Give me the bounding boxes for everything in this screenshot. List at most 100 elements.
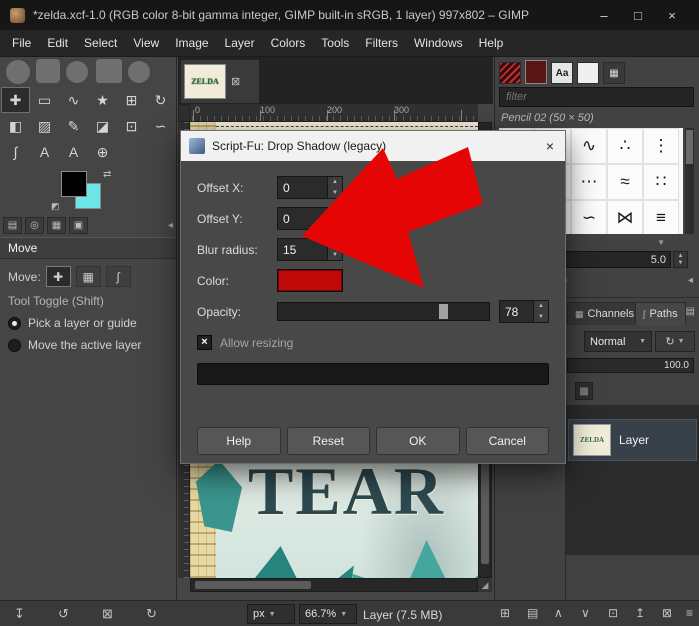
ok-button[interactable]: OK — [376, 427, 460, 455]
tool-paths[interactable]: ∫ — [1, 139, 30, 165]
duplicate-layer-icon[interactable]: ⊡ — [608, 606, 618, 620]
scrollbar-thumb[interactable] — [686, 130, 693, 164]
tool-smudge[interactable]: ∽ — [146, 113, 175, 139]
dialog-titlebar[interactable]: Script-Fu: Drop Shadow (legacy) × — [181, 131, 565, 161]
layer-mode-dropdown[interactable]: Normal ▼ — [584, 331, 652, 352]
brush-item[interactable]: ≈ — [607, 164, 643, 200]
delete-preset-icon[interactable]: ⊠ — [102, 606, 113, 622]
document-history-tab-icon[interactable] — [577, 62, 599, 84]
move-mode-layer-button[interactable]: ✚ — [45, 266, 71, 287]
layer-menu-icon[interactable]: ≡ — [686, 606, 693, 620]
fonts-tab-icon[interactable]: Aa — [551, 62, 573, 84]
swap-colors-icon[interactable]: ⇄ — [103, 169, 111, 180]
image-tab-zelda[interactable]: ZELDA ⊠ — [181, 60, 259, 103]
tool-move[interactable]: ✚ — [1, 87, 30, 113]
brush-item[interactable]: ≡ — [643, 200, 679, 234]
opacity-spinner[interactable]: 78 ▲ ▼ — [499, 300, 549, 323]
brush-item[interactable]: ⋯ — [571, 164, 607, 200]
lock-icon[interactable]: ▩ — [575, 382, 593, 400]
tool-text-edit[interactable]: A — [59, 139, 88, 165]
brush-filter-input[interactable] — [499, 87, 694, 107]
minimize-button[interactable]: – — [587, 8, 621, 23]
reset-button[interactable]: Reset — [286, 427, 370, 455]
reset-tool-icon[interactable]: ↻ — [146, 606, 157, 622]
spin-up-icon[interactable]: ▲ — [674, 252, 687, 260]
brush-grid-scrollbar[interactable] — [685, 128, 694, 234]
dialog-close-icon[interactable]: × — [543, 138, 557, 154]
brushes-tab-icon[interactable] — [499, 62, 521, 84]
new-group-icon[interactable]: ▤ — [527, 606, 538, 620]
tag-dropdown-icon[interactable]: ▼ — [657, 238, 665, 247]
tool-free-select[interactable]: ∿ — [59, 87, 88, 113]
close-button[interactable]: × — [655, 8, 689, 23]
tool-zoom[interactable]: ⊕ — [88, 139, 117, 165]
delete-layer-icon[interactable]: ⊠ — [662, 606, 672, 620]
menu-tools[interactable]: Tools — [313, 32, 357, 54]
tool-crop[interactable]: ⊞ — [117, 87, 146, 113]
reset-colors-icon[interactable]: ◩ — [51, 201, 60, 212]
spin-up-icon[interactable]: ▲ — [328, 177, 342, 188]
opacity-slider-handle[interactable] — [438, 304, 448, 319]
new-layer-icon[interactable]: ⊞ — [500, 606, 510, 620]
horizontal-ruler[interactable]: 0 100 200 300 — [190, 104, 478, 122]
collapse-left-icon[interactable]: ◂ — [168, 220, 173, 231]
dock-tab-icon[interactable]: ▤ — [3, 217, 22, 234]
spin-up-icon[interactable]: ▲ — [534, 301, 548, 312]
tab-channels[interactable]: ▦ Channels — [567, 302, 642, 325]
cancel-button[interactable]: Cancel — [465, 427, 549, 455]
spin-down-icon[interactable]: ▼ — [328, 249, 342, 260]
brush-item[interactable]: ⋮ — [643, 128, 679, 164]
menu-edit[interactable]: Edit — [39, 32, 76, 54]
tool-clone[interactable]: ⊡ — [117, 113, 146, 139]
spin-up-icon[interactable]: ▲ — [328, 239, 342, 250]
menu-filters[interactable]: Filters — [357, 32, 406, 54]
spin-down-icon[interactable]: ▼ — [674, 260, 687, 268]
brush-item[interactable]: ∽ — [571, 200, 607, 234]
spin-up-icon[interactable]: ▲ — [328, 208, 342, 219]
radio-pick-layer[interactable]: Pick a layer or guide — [0, 312, 176, 334]
horizontal-scrollbar[interactable] — [190, 578, 478, 592]
patterns-tab-icon[interactable] — [525, 60, 547, 84]
layer-opacity-slider[interactable]: 100.0 — [567, 358, 694, 373]
collapse-left-icon[interactable]: ◂ — [688, 275, 693, 286]
lower-layer-icon[interactable]: ∨ — [581, 606, 590, 620]
raise-layer-icon[interactable]: ∧ — [554, 606, 563, 620]
spin-down-icon[interactable]: ▼ — [328, 187, 342, 198]
menu-help[interactable]: Help — [471, 32, 512, 54]
menu-select[interactable]: Select — [76, 32, 125, 54]
save-preset-icon[interactable]: ↧ — [14, 606, 25, 622]
radio-move-active-layer[interactable]: Move the active layer — [0, 334, 176, 356]
scrollbar-thumb[interactable] — [195, 581, 311, 589]
unit-dropdown[interactable]: px ▼ — [247, 604, 295, 624]
foreground-color-swatch[interactable] — [61, 171, 87, 197]
move-mode-selection-button[interactable]: ▦ — [75, 266, 101, 287]
menu-image[interactable]: Image — [167, 32, 216, 54]
tool-transform[interactable]: ↻ — [146, 87, 175, 113]
dock-tab-icon[interactable]: ▣ — [69, 217, 88, 234]
brush-item[interactable]: ∿ — [571, 128, 607, 164]
brush-item[interactable]: ⋈ — [607, 200, 643, 234]
tool-eraser[interactable]: ◪ — [88, 113, 117, 139]
brush-item[interactable]: ∷ — [643, 164, 679, 200]
dock-menu-icon[interactable]: ▤ — [686, 306, 695, 317]
tool-fuzzy-select[interactable]: ★ — [88, 87, 117, 113]
menu-layer[interactable]: Layer — [217, 32, 263, 54]
menu-file[interactable]: File — [4, 32, 39, 54]
blur-radius-spinner[interactable]: 15 ▲ ▼ — [277, 238, 343, 261]
dock-tab-icon[interactable]: ◎ — [25, 217, 44, 234]
tab-close-icon[interactable]: ⊠ — [231, 75, 240, 88]
menu-windows[interactable]: Windows — [406, 32, 471, 54]
restore-preset-icon[interactable]: ↺ — [58, 606, 69, 622]
layer-row[interactable]: ZELDA Layer — [568, 419, 697, 461]
tool-pencil[interactable]: ✎ — [59, 113, 88, 139]
navigation-corner-icon[interactable]: ◢ — [478, 578, 492, 592]
offset-y-spinner[interactable]: 0 ▲ ▼ — [277, 207, 343, 230]
tool-text[interactable]: A — [30, 139, 59, 165]
tab-paths[interactable]: ∫ Paths — [635, 302, 686, 325]
brush-spacing-spinner[interactable]: ▲ ▼ — [673, 251, 688, 268]
help-button[interactable]: Help — [197, 427, 281, 455]
spin-down-icon[interactable]: ▼ — [534, 311, 548, 322]
mode-reset-button[interactable]: ↻ ▼ — [655, 331, 695, 352]
spin-down-icon[interactable]: ▼ — [328, 218, 342, 229]
tool-rectangle-select[interactable]: ▭ — [30, 87, 59, 113]
